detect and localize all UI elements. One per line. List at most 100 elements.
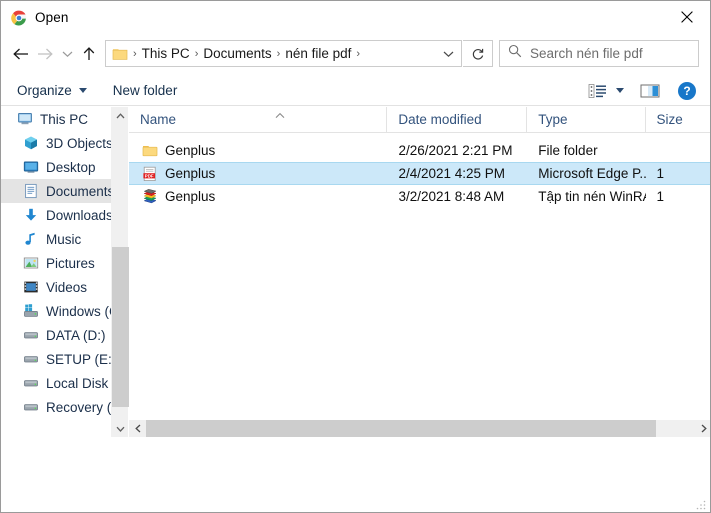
windows-drive-icon [23, 303, 39, 319]
sidebar-item-this-pc[interactable]: This PC [1, 107, 111, 131]
view-controls: ? [588, 81, 700, 100]
breadcrumb-documents[interactable]: Documents [200, 46, 274, 61]
scroll-down-chevron-down-icon[interactable] [112, 420, 129, 437]
sidebar-item-music[interactable]: Music [1, 227, 111, 251]
file-list-horizontal-scrollbar[interactable] [129, 420, 710, 437]
sidebar-item-3d-objects[interactable]: 3D Objects [1, 131, 111, 155]
sidebar-item-setup-drive[interactable]: SETUP (E:) [1, 347, 111, 371]
chevron-down-icon[interactable] [616, 88, 624, 93]
breadcrumb-separator: › [356, 47, 361, 60]
drive-icon [23, 351, 39, 367]
file-size: 1 [656, 166, 665, 181]
search-icon [508, 44, 522, 63]
table-row[interactable]: Genplus 3/2/2021 8:48 AM Tập tin nén Win… [129, 185, 710, 208]
sidebar-item-pictures[interactable]: Pictures [1, 251, 111, 275]
sidebar-item-local-disk[interactable]: Local Disk ( [1, 371, 111, 395]
arrow-up-icon[interactable] [77, 39, 101, 69]
window-title: Open [35, 10, 69, 25]
title-bar: Open [1, 1, 710, 34]
column-label: Type [538, 112, 568, 127]
dialog-footer: File name: Genplus All Files Open Cancel [1, 438, 710, 512]
file-date-modified: 2/26/2021 2:21 PM [398, 143, 513, 158]
file-type: File folder [538, 143, 598, 158]
file-name: Genplus [165, 166, 216, 181]
scrollbar-thumb[interactable] [112, 247, 129, 407]
sidebar-item-label: Music [46, 231, 82, 247]
table-row[interactable]: PDF Genplus 2/4/2021 4:25 PM Microsoft E… [129, 162, 710, 185]
scroll-left-chevron-left-icon[interactable] [129, 420, 146, 437]
sidebar-item-label: This PC [40, 111, 89, 127]
navigation-pane-scrollbar[interactable] [111, 107, 129, 437]
file-name: Genplus [165, 143, 216, 158]
refresh-icon[interactable] [463, 40, 493, 67]
search-input[interactable]: Search nén file pdf [530, 46, 643, 61]
videos-icon [23, 279, 39, 295]
documents-icon [23, 183, 39, 199]
preview-pane-icon[interactable] [640, 83, 660, 99]
column-header-type[interactable]: Type [527, 107, 646, 133]
pdf-file-icon: PDF [142, 166, 158, 182]
sidebar-item-downloads[interactable]: Downloads [1, 203, 111, 227]
scroll-up-chevron-up-icon[interactable] [112, 107, 129, 124]
chevron-down-icon [78, 88, 87, 93]
breadcrumb-separator: › [276, 47, 281, 60]
sidebar-item-label: Local Disk ( [46, 375, 111, 391]
column-header-name[interactable]: Name [129, 107, 388, 133]
folder-icon [142, 143, 158, 159]
downloads-icon [23, 207, 39, 223]
sidebar-item-documents[interactable]: Documents [1, 179, 111, 203]
help-icon[interactable]: ? [678, 81, 696, 100]
computer-icon [17, 111, 33, 127]
address-chevron-down-icon[interactable] [435, 41, 461, 66]
list-view-icon[interactable] [588, 83, 608, 99]
file-name-cell: Genplus [129, 143, 387, 159]
recent-locations-chevron-down-icon[interactable] [57, 39, 77, 69]
desktop-icon [23, 159, 39, 175]
table-row[interactable]: Genplus 2/26/2021 2:21 PM File folder [129, 139, 710, 162]
svg-text:PDF: PDF [145, 173, 154, 178]
sidebar-item-recovery-drive[interactable]: Recovery (H [1, 395, 111, 419]
column-header-size[interactable]: Size [646, 107, 710, 133]
scrollbar-thumb[interactable] [146, 420, 656, 437]
3d-objects-icon [23, 135, 39, 151]
file-date-modified: 3/2/2021 8:48 AM [398, 189, 505, 204]
drive-icon [23, 327, 39, 343]
arrow-right-icon [33, 39, 57, 69]
command-toolbar: Organize New folder ? [1, 76, 710, 106]
sidebar-item-label: Documents [46, 183, 111, 199]
sidebar-item-label: 3D Objects [46, 135, 111, 151]
folder-icon [112, 47, 129, 61]
column-label: Name [140, 112, 177, 127]
arrow-left-icon[interactable] [9, 39, 33, 69]
chrome-icon [11, 10, 27, 26]
resize-grip[interactable] [695, 498, 707, 510]
sidebar-item-label: Videos [46, 279, 88, 295]
sidebar-item-data-drive[interactable]: DATA (D:) [1, 323, 111, 347]
drive-icon [23, 375, 39, 391]
sidebar-item-videos[interactable]: Videos [1, 275, 111, 299]
sidebar-item-label: Desktop [46, 159, 96, 175]
sort-ascending-icon [274, 107, 286, 118]
open-file-dialog: Open › This PC › Documents › nén file pd… [0, 0, 711, 513]
sidebar-item-desktop[interactable]: Desktop [1, 155, 111, 179]
column-header-date-modified[interactable]: Date modified [387, 107, 528, 133]
breadcrumb-nen-file-pdf[interactable]: nén file pdf [282, 46, 354, 61]
file-name-cell: PDF Genplus [129, 166, 387, 182]
file-type: Tập tin nén WinRAR [538, 189, 645, 204]
pictures-icon [23, 255, 39, 271]
organize-button[interactable]: Organize [17, 78, 87, 104]
sidebar-item-label: Recovery (H [46, 399, 111, 415]
winrar-archive-icon [142, 188, 158, 205]
new-folder-label: New folder [112, 83, 178, 98]
file-size: 1 [656, 189, 665, 204]
file-name: Genplus [165, 189, 216, 204]
address-bar[interactable]: › This PC › Documents › nén file pdf › [105, 40, 462, 67]
breadcrumb-this-pc[interactable]: This PC [139, 46, 193, 61]
scroll-right-chevron-right-icon[interactable] [695, 420, 710, 437]
new-folder-button[interactable]: New folder [113, 78, 178, 104]
help-glyph: ? [683, 83, 691, 98]
sidebar-item-windows-drive[interactable]: Windows (C [1, 299, 111, 323]
close-button[interactable] [664, 1, 710, 32]
search-box[interactable]: Search nén file pdf [499, 40, 699, 67]
column-header-row: Name Date modified Type Size [129, 107, 710, 133]
